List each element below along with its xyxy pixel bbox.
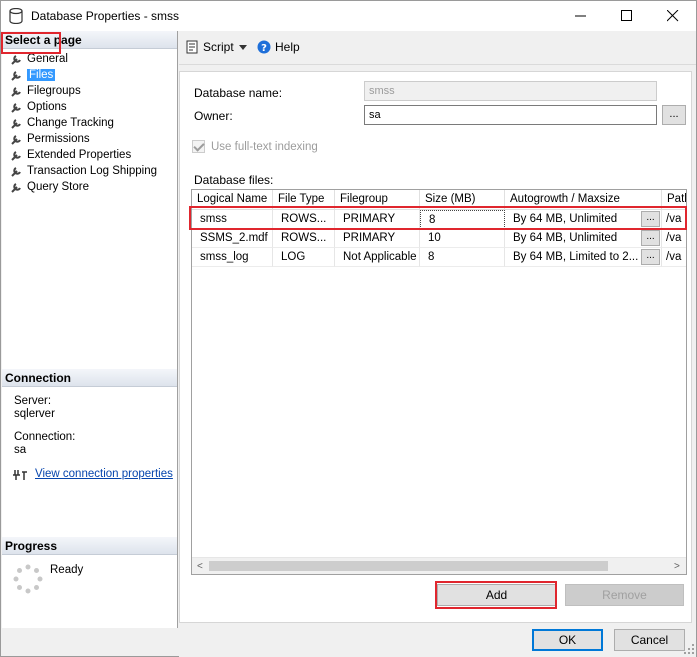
maximize-icon <box>621 10 632 21</box>
autogrowth-edit-button[interactable]: ... <box>641 230 660 246</box>
cell-size[interactable]: 10 <box>420 229 505 248</box>
left-pane: Select a page General Files Filegroups O… <box>2 31 178 628</box>
scrollbar-thumb[interactable] <box>209 561 608 571</box>
page-item-label: Files <box>27 69 56 81</box>
view-connection-properties-link[interactable]: View connection properties <box>35 468 173 480</box>
owner-label: Owner: <box>194 109 233 123</box>
script-dropdown-icon[interactable] <box>239 45 247 50</box>
database-properties-window: Database Properties - smss Select a page… <box>0 0 697 657</box>
help-label: Help <box>275 40 300 54</box>
remove-button: Remove <box>565 584 684 606</box>
minimize-button[interactable] <box>558 1 604 31</box>
wrench-icon <box>11 70 21 81</box>
table-row[interactable]: smss_log LOG Not Applicable 8 By 64 MB, … <box>192 248 686 267</box>
autogrowth-edit-button[interactable]: ... <box>641 249 660 265</box>
page-item-extended-properties[interactable]: Extended Properties <box>10 147 131 163</box>
cell-autogrowth[interactable]: By 64 MB, Limited to 2... ... <box>505 248 662 267</box>
wrench-icon <box>11 166 21 177</box>
maximize-button[interactable] <box>604 1 650 31</box>
page-item-options[interactable]: Options <box>10 99 67 115</box>
cell-path[interactable]: /va <box>662 229 686 248</box>
owner-browse-button[interactable]: ... <box>662 105 686 125</box>
table-row[interactable]: SSMS_2.mdf ROWS... PRIMARY 10 By 64 MB, … <box>192 229 686 248</box>
close-button[interactable] <box>650 1 696 31</box>
database-icon <box>9 8 23 24</box>
cancel-button[interactable]: Cancel <box>614 629 685 651</box>
cell-filegroup[interactable]: Not Applicable <box>335 248 420 267</box>
cell-file-type[interactable]: LOG <box>273 248 335 267</box>
page-item-label: Transaction Log Shipping <box>27 165 157 177</box>
database-name-label: Database name: <box>194 86 283 100</box>
connection-label: Connection: <box>14 431 76 443</box>
page-item-transaction-log-shipping[interactable]: Transaction Log Shipping <box>10 163 157 179</box>
database-name-field: smss <box>364 81 657 101</box>
ok-button[interactable]: OK <box>532 629 603 651</box>
page-item-label: Permissions <box>27 133 90 145</box>
wrench-icon <box>11 102 21 113</box>
cell-logical-name[interactable]: SSMS_2.mdf <box>192 229 273 248</box>
database-files-grid: Logical Name File Type Filegroup Size (M… <box>191 189 687 575</box>
scroll-right-icon[interactable]: > <box>674 561 680 572</box>
help-button[interactable]: ? Help <box>257 40 300 54</box>
dialog-button-bar: OK Cancel <box>179 628 696 657</box>
server-value: sqlerver <box>14 408 55 420</box>
page-item-filegroups[interactable]: Filegroups <box>10 83 81 99</box>
checkbox-box <box>192 140 205 153</box>
script-icon <box>186 40 198 54</box>
owner-field[interactable]: sa <box>364 105 657 125</box>
files-page-content: Database name: smss Owner: sa ... Use fu… <box>179 71 692 623</box>
page-item-label: Filegroups <box>27 85 81 97</box>
page-item-label: General <box>27 53 68 65</box>
page-item-label: Options <box>27 101 67 113</box>
page-item-label: Query Store <box>27 181 89 193</box>
progress-spinner-icon <box>13 564 43 594</box>
page-item-files[interactable]: Files <box>10 67 56 83</box>
svg-text:?: ? <box>261 43 267 54</box>
server-label: Server: <box>14 395 52 407</box>
database-files-label: Database files: <box>194 173 274 187</box>
progress-status: Ready <box>50 564 84 576</box>
cell-path[interactable]: /va <box>662 248 686 267</box>
wrench-icon <box>11 182 21 193</box>
fulltext-label: Use full-text indexing <box>211 140 318 153</box>
resize-grip-icon[interactable] <box>684 644 694 654</box>
page-item-label: Extended Properties <box>27 149 132 161</box>
page-item-query-store[interactable]: Query Store <box>10 179 89 195</box>
toolbar: Script ? Help <box>179 31 696 65</box>
horizontal-scrollbar[interactable]: < > <box>192 557 686 574</box>
script-button[interactable]: Script <box>185 40 234 54</box>
page-item-label: Change Tracking <box>27 117 114 129</box>
connection-value: sa <box>14 444 27 456</box>
wrench-icon <box>11 134 21 145</box>
minimize-icon <box>575 15 586 17</box>
wrench-icon <box>11 54 21 65</box>
autogrowth-text: By 64 MB, Unlimited <box>513 232 618 244</box>
smss-row-highlight-box <box>189 206 687 230</box>
scroll-left-icon[interactable]: < <box>197 561 203 572</box>
autogrowth-text: By 64 MB, Limited to 2... <box>513 251 639 263</box>
wrench-icon <box>11 118 21 129</box>
cell-autogrowth[interactable]: By 64 MB, Unlimited ... <box>505 229 662 248</box>
cell-size[interactable]: 8 <box>420 248 505 267</box>
window-title: Database Properties - smss <box>31 9 180 23</box>
wrench-icon <box>11 150 21 161</box>
wrench-icon <box>11 86 21 97</box>
cell-filegroup[interactable]: PRIMARY <box>335 229 420 248</box>
add-button-highlight-box <box>435 581 557 609</box>
close-icon <box>667 10 679 22</box>
files-highlight-box <box>1 32 61 54</box>
fulltext-indexing-checkbox: Use full-text indexing <box>192 140 318 153</box>
title-bar: Database Properties - smss <box>1 1 696 31</box>
cell-file-type[interactable]: ROWS... <box>273 229 335 248</box>
help-icon: ? <box>257 40 271 54</box>
progress-header: Progress <box>2 537 177 555</box>
script-label: Script <box>203 40 234 54</box>
page-item-change-tracking[interactable]: Change Tracking <box>10 115 114 131</box>
cell-logical-name[interactable]: smss_log <box>192 248 273 267</box>
connection-header: Connection <box>2 369 177 387</box>
page-item-permissions[interactable]: Permissions <box>10 131 90 147</box>
connection-properties-icon <box>13 470 27 480</box>
